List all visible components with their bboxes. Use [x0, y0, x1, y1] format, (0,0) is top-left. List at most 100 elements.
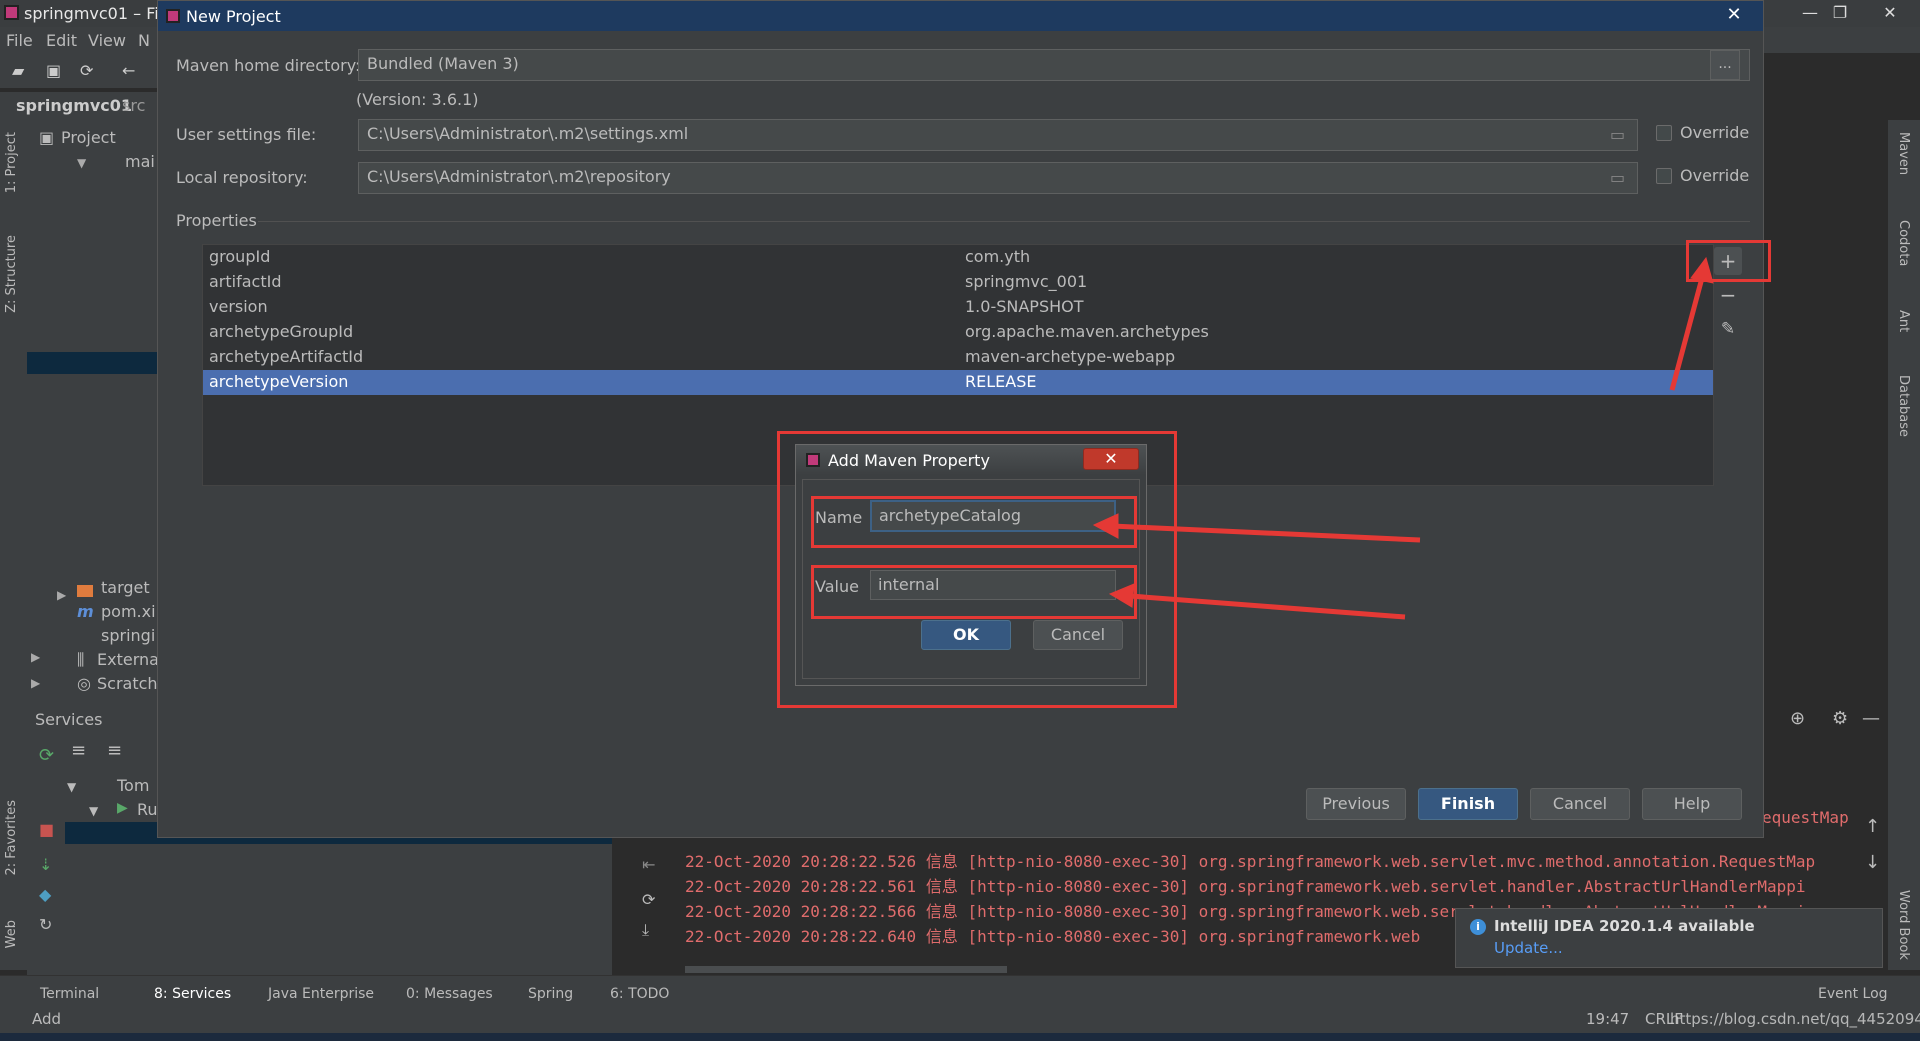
- tree-item-pom[interactable]: pom.xi: [101, 602, 156, 621]
- breadcrumb-src[interactable]: src: [122, 96, 145, 115]
- wrap-icon[interactable]: ⇤: [642, 855, 655, 874]
- watermark: https://blog.csdn.net/qq_44520946: [1670, 1010, 1920, 1028]
- collapse-all-icon[interactable]: ≡: [107, 740, 122, 761]
- maven-home-select[interactable]: Bundled (Maven 3) ▼: [358, 49, 1750, 81]
- new-project-dialog: New Project ✕ Maven home directory: Bund…: [157, 0, 1764, 838]
- menu-edit[interactable]: Edit: [46, 31, 77, 50]
- back-arrow-icon[interactable]: ←: [122, 61, 135, 80]
- tab-java-enterprise[interactable]: Java Enterprise: [268, 986, 374, 1002]
- status-time[interactable]: 19:47: [1586, 1010, 1629, 1028]
- browse-button[interactable]: ...: [1710, 50, 1740, 80]
- property-key: artifactId: [209, 272, 282, 291]
- tab-structure[interactable]: Z: Structure: [4, 235, 19, 313]
- tab-database[interactable]: Database: [1896, 375, 1911, 437]
- stop-icon[interactable]: ■: [39, 820, 54, 839]
- add-property-icon[interactable]: +: [1714, 247, 1742, 275]
- intellij-logo-icon: [4, 5, 19, 20]
- up-arrow-icon[interactable]: ↑: [1865, 816, 1880, 837]
- rerun-icon[interactable]: ⟳: [39, 745, 54, 766]
- table-row[interactable]: archetypeGroupId org.apache.maven.archet…: [203, 320, 1713, 345]
- menu-view[interactable]: View: [88, 31, 126, 50]
- user-settings-field[interactable]: C:\Users\Administrator\.m2\settings.xml: [358, 119, 1638, 151]
- tab-spring[interactable]: Spring: [528, 986, 573, 1002]
- chevron-right-icon[interactable]: ▶: [31, 676, 40, 690]
- expand-all-icon[interactable]: ≡: [71, 740, 86, 761]
- diamond-icon[interactable]: ◆: [39, 885, 51, 904]
- folder-icon[interactable]: ▭: [1610, 168, 1625, 187]
- close-icon[interactable]: ✕: [1083, 448, 1139, 470]
- update-link[interactable]: Update...: [1494, 939, 1563, 957]
- scroll-end-icon[interactable]: ⤓: [642, 920, 649, 940]
- previous-button[interactable]: Previous: [1306, 788, 1406, 820]
- tree-item-spring[interactable]: springi: [101, 626, 155, 645]
- override-repo-checkbox[interactable]: [1656, 168, 1672, 184]
- table-row[interactable]: archetypeArtifactId maven-archetype-weba…: [203, 345, 1713, 370]
- close-icon[interactable]: ✕: [1870, 2, 1910, 24]
- property-value: org.apache.maven.archetypes: [965, 322, 1209, 341]
- cancel-button[interactable]: Cancel: [1530, 788, 1630, 820]
- open-folder-icon[interactable]: ▰: [12, 61, 24, 80]
- reload-icon[interactable]: ⟳: [642, 890, 655, 909]
- target-icon[interactable]: ⊕: [1790, 708, 1805, 729]
- info-icon: i: [1470, 919, 1486, 935]
- chevron-down-icon[interactable]: ▼: [67, 780, 76, 794]
- cancel-button[interactable]: Cancel: [1033, 620, 1123, 650]
- chevron-right-icon[interactable]: ▶: [57, 588, 66, 602]
- table-row[interactable]: groupId com.yth: [203, 245, 1713, 270]
- tab-word-book[interactable]: Word Book: [1896, 890, 1911, 960]
- horizontal-scrollbar[interactable]: [685, 966, 1007, 973]
- chevron-right-icon[interactable]: ▶: [31, 650, 40, 664]
- chevron-down-icon[interactable]: ▼: [89, 804, 98, 818]
- ok-button[interactable]: OK: [921, 620, 1011, 650]
- maven-version: (Version: 3.6.1): [356, 90, 479, 109]
- tab-project[interactable]: 1: Project: [4, 132, 19, 193]
- table-row[interactable]: version 1.0-SNAPSHOT: [203, 295, 1713, 320]
- menu-file[interactable]: File: [6, 31, 33, 50]
- local-repo-value: C:\Users\Administrator\.m2\repository: [367, 167, 671, 186]
- tab-terminal[interactable]: Terminal: [40, 986, 99, 1002]
- deploy-icon[interactable]: ⇣: [39, 855, 52, 874]
- tree-item-main[interactable]: mai: [125, 152, 155, 171]
- sync-icon[interactable]: ⟳: [80, 61, 93, 80]
- tab-messages[interactable]: 0: Messages: [406, 986, 493, 1002]
- add-property-form: Name archetypeCatalog Value internal OK …: [802, 479, 1140, 679]
- refresh-icon[interactable]: ↻: [39, 915, 52, 934]
- override-settings-checkbox[interactable]: [1656, 125, 1672, 141]
- down-arrow-icon[interactable]: ↓: [1865, 852, 1880, 873]
- tab-services[interactable]: 8: Services: [154, 986, 231, 1002]
- remove-property-icon[interactable]: −: [1714, 281, 1742, 309]
- event-log-tab[interactable]: Event Log: [1818, 986, 1888, 1002]
- name-combo[interactable]: archetypeCatalog: [870, 500, 1116, 532]
- project-header[interactable]: Project: [61, 128, 116, 147]
- chevron-down-icon[interactable]: ▼: [77, 156, 86, 170]
- property-key: archetypeArtifactId: [209, 347, 364, 366]
- table-row-selected[interactable]: archetypeVersion RELEASE: [203, 370, 1713, 395]
- menu-navigate[interactable]: N: [138, 31, 150, 50]
- table-row[interactable]: artifactId springmvc_001: [203, 270, 1713, 295]
- tab-ant[interactable]: Ant: [1896, 310, 1911, 332]
- finish-button[interactable]: Finish: [1418, 788, 1518, 820]
- save-icon[interactable]: ▣: [46, 61, 61, 80]
- name-input-value: archetypeCatalog: [879, 506, 1021, 525]
- editor-minimap: [1765, 148, 1888, 708]
- edit-pencil-icon[interactable]: ✎: [1714, 315, 1742, 343]
- tab-web[interactable]: Web: [4, 920, 19, 948]
- ide-toolbar: ▰ ▣ ⟳ ←: [0, 53, 160, 88]
- library-icon: ⫼: [77, 650, 85, 669]
- value-input[interactable]: internal: [870, 570, 1116, 600]
- help-button[interactable]: Help: [1642, 788, 1742, 820]
- local-repo-field[interactable]: C:\Users\Administrator\.m2\repository: [358, 162, 1638, 194]
- tab-favorites[interactable]: 2: Favorites: [4, 800, 19, 876]
- tab-maven[interactable]: Maven: [1896, 132, 1911, 175]
- maximize-icon[interactable]: ❐: [1820, 2, 1860, 24]
- running-node[interactable]: Ru: [137, 800, 158, 819]
- hide-icon[interactable]: —: [1862, 708, 1880, 729]
- close-icon[interactable]: ✕: [1717, 3, 1751, 27]
- tree-item-target[interactable]: target: [101, 578, 150, 597]
- tomcat-node[interactable]: Tom: [117, 776, 149, 795]
- folder-icon[interactable]: ▭: [1610, 125, 1625, 144]
- tab-codota[interactable]: Codota: [1896, 220, 1911, 266]
- gear-icon[interactable]: ⚙: [1832, 708, 1848, 729]
- breadcrumb-project[interactable]: springmvc01: [16, 96, 132, 115]
- tab-todo[interactable]: 6: TODO: [610, 986, 669, 1002]
